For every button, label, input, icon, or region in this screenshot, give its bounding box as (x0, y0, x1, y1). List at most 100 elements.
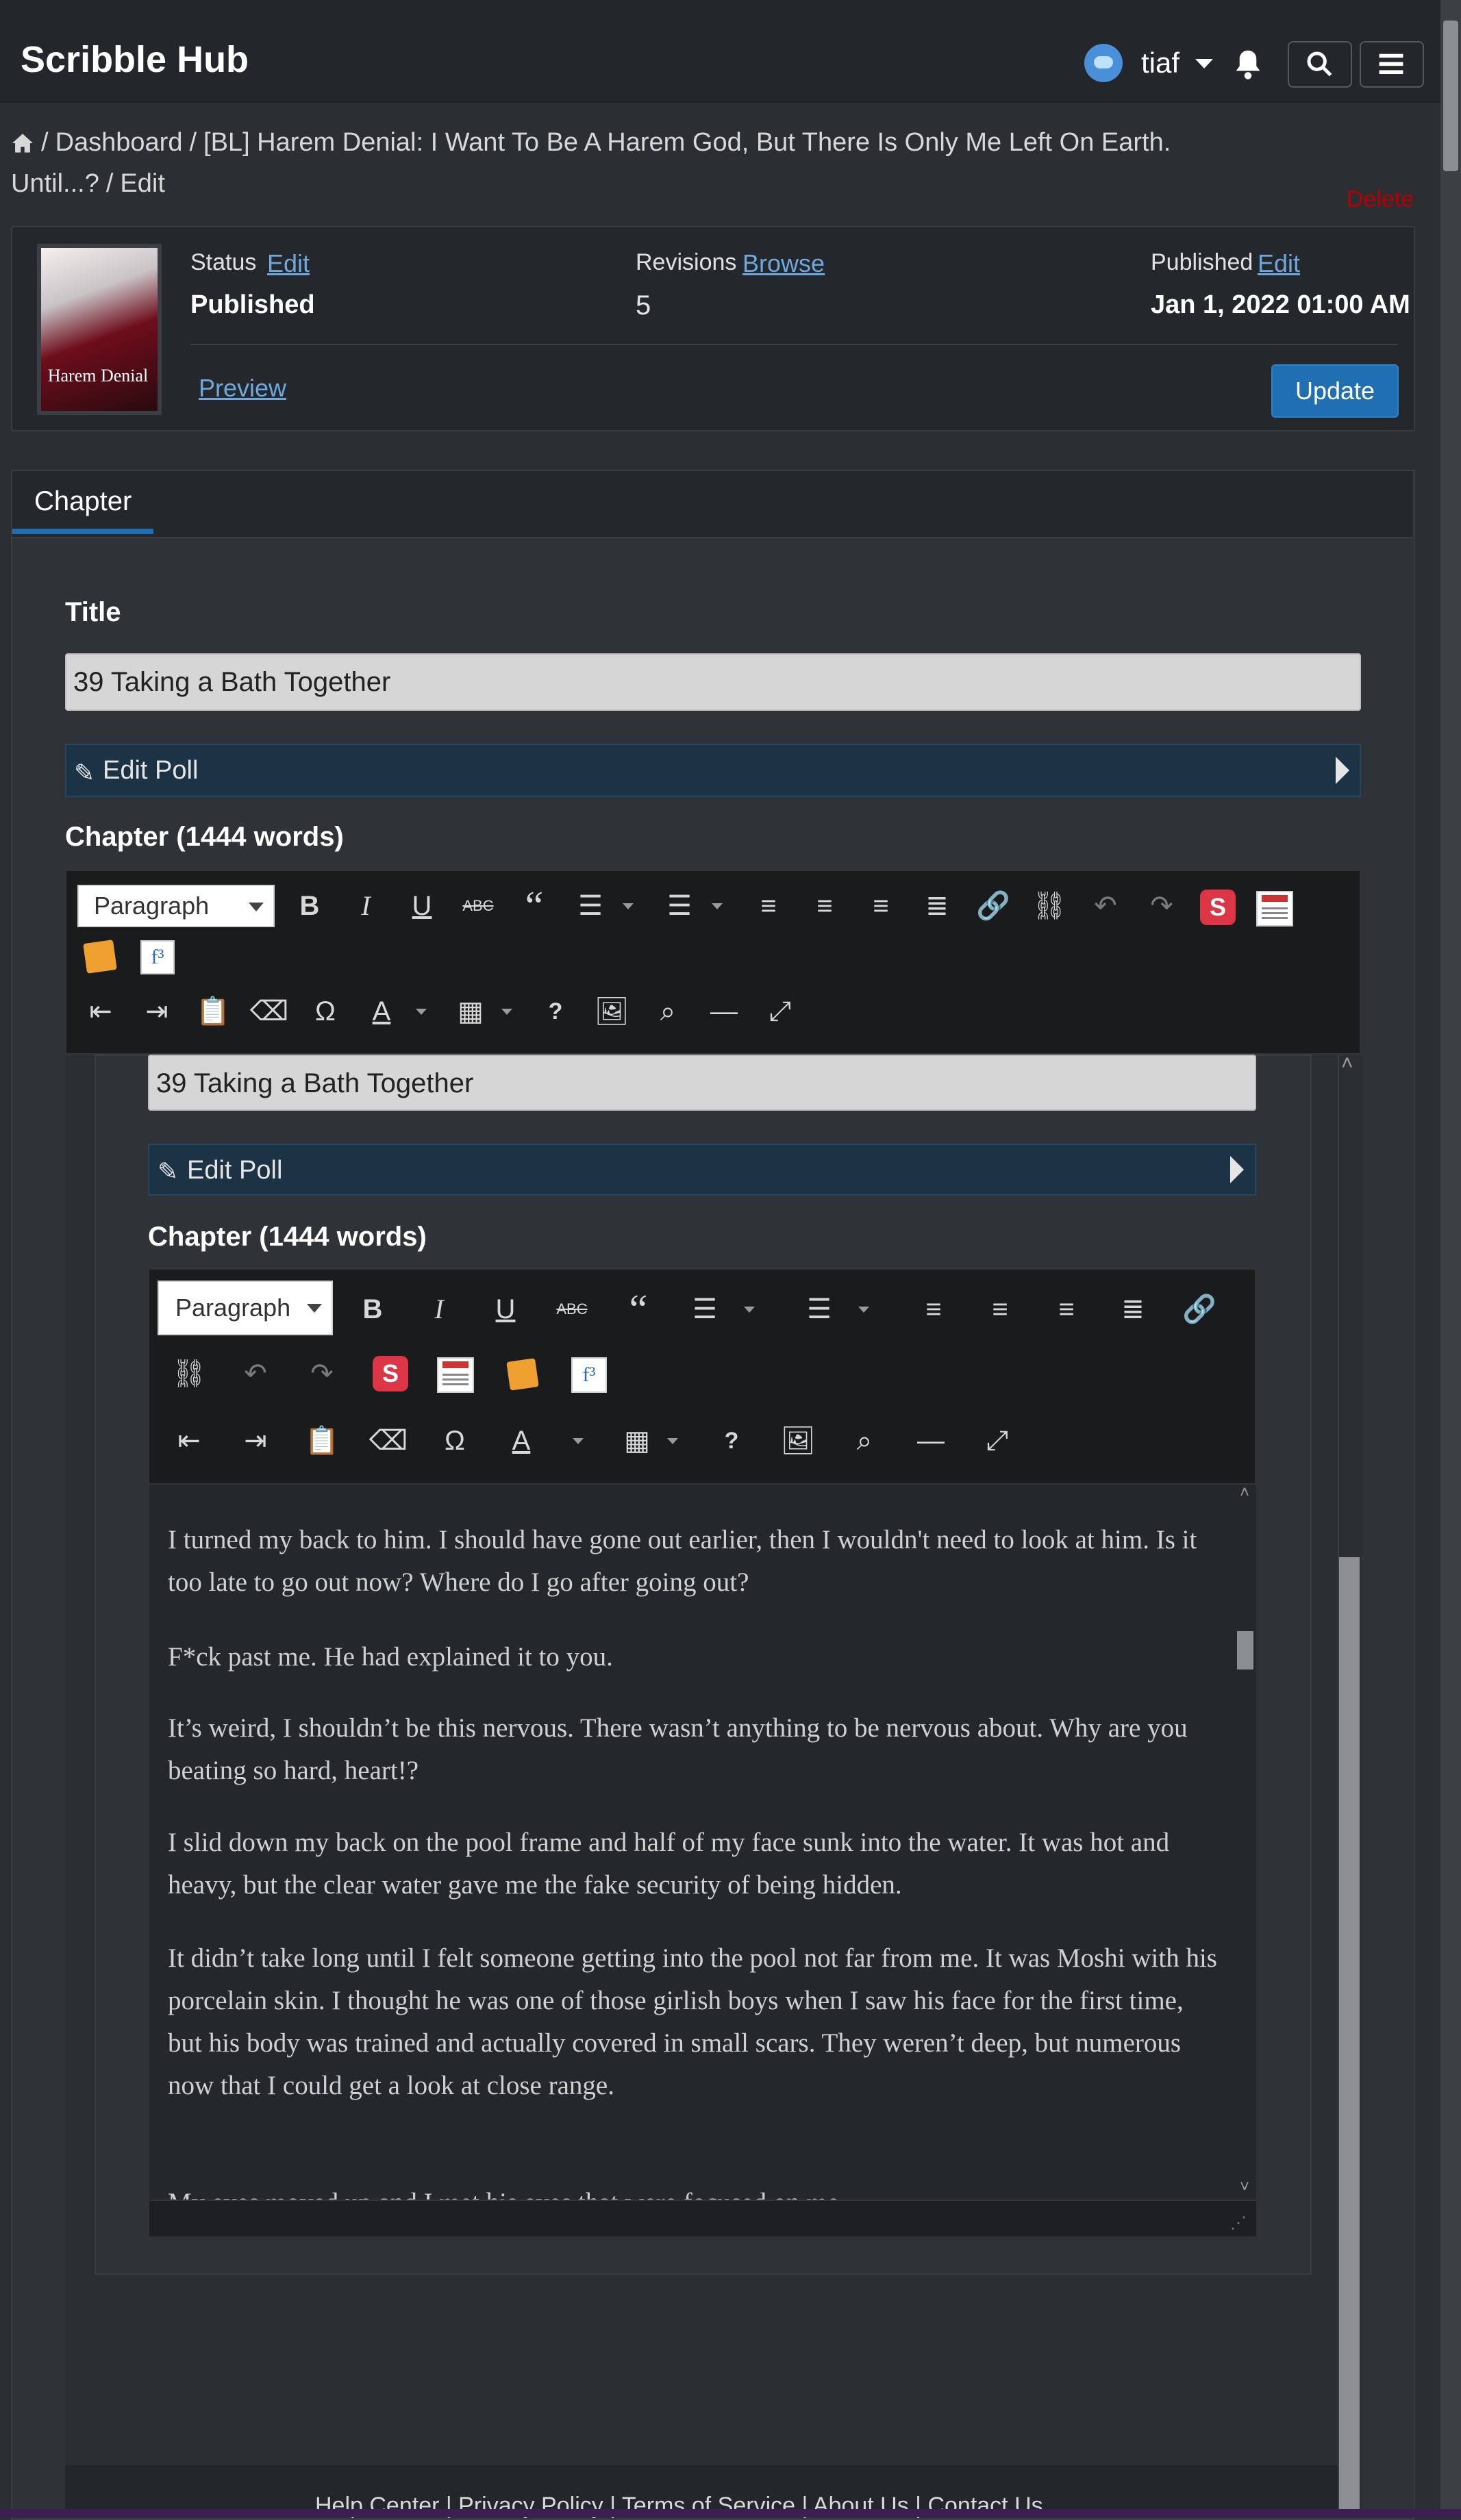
special-character-icon[interactable]: Ω (305, 991, 346, 1032)
chevron-down-icon[interactable] (416, 1009, 427, 1015)
align-center-icon[interactable]: ≡ (979, 1289, 1021, 1330)
s-plugin-icon[interactable]: S (373, 1356, 408, 1391)
align-justify-icon[interactable]: ≣ (1112, 1289, 1153, 1330)
align-left-icon[interactable]: ≡ (748, 885, 789, 927)
chevron-down-icon[interactable] (744, 1307, 755, 1313)
bullet-list-icon[interactable]: ☰ (684, 1289, 725, 1330)
breadcrumb-novel[interactable]: [BL] Harem Denial: I Want To Be A Harem … (11, 128, 1171, 198)
image-icon[interactable]: 🖼 (777, 1420, 819, 1461)
menu-button[interactable] (1360, 41, 1424, 88)
chevron-down-icon[interactable] (712, 903, 723, 909)
table-icon[interactable]: ▦ (450, 991, 491, 1032)
indent-icon[interactable]: ⇥ (136, 991, 177, 1032)
paragraph[interactable]: It didn’t take long until I felt someone… (168, 1937, 1223, 2107)
align-right-icon[interactable]: ≡ (1046, 1289, 1087, 1330)
status-edit-link[interactable]: Edit (267, 249, 310, 278)
blockquote-icon[interactable]: “ (514, 885, 555, 927)
chevron-down-icon[interactable] (1195, 59, 1213, 68)
strikethrough-icon[interactable]: ABC (458, 885, 499, 927)
footnote-icon[interactable]: f³ (571, 1357, 607, 1393)
unlink-icon[interactable]: ⛓ (1029, 885, 1070, 927)
chevron-down-icon[interactable] (501, 1009, 512, 1015)
page-scrollbar[interactable] (1440, 0, 1461, 2517)
breadcrumb-dashboard[interactable]: Dashboard (55, 128, 183, 157)
news-icon[interactable] (1256, 891, 1293, 927)
align-left-icon[interactable]: ≡ (913, 1289, 954, 1330)
undo-icon[interactable]: ↶ (1085, 885, 1126, 927)
tab-chapter[interactable]: Chapter (34, 486, 132, 517)
page-scrollbar-thumb[interactable] (1443, 21, 1458, 171)
home-icon[interactable] (11, 133, 34, 153)
eraser-icon[interactable]: ⌫ (249, 991, 290, 1032)
paste-icon[interactable]: 📋 (301, 1420, 342, 1461)
user-avatar-icon[interactable] (1084, 44, 1123, 82)
find-replace-icon[interactable]: ⌕ (844, 1420, 885, 1461)
nested-edit-poll-toggle[interactable] (148, 1144, 1256, 1196)
font-color-icon[interactable]: A (361, 991, 402, 1032)
update-button[interactable]: Update (1271, 364, 1399, 418)
caret-right-icon[interactable] (1230, 1156, 1244, 1183)
redo-icon[interactable]: ↷ (301, 1353, 342, 1394)
numbered-list-icon[interactable]: ☰ (659, 885, 700, 927)
paste-icon[interactable]: 📋 (192, 991, 234, 1032)
paragraph[interactable]: It’s weird, I shouldn’t be this nervous.… (168, 1707, 1223, 1792)
chevron-down-icon[interactable] (623, 903, 634, 909)
bold-icon[interactable]: B (289, 885, 330, 927)
edit-poll-toggle[interactable] (65, 744, 1361, 797)
paragraph[interactable]: F*ck past me. He had explained it to you… (168, 1636, 1223, 1678)
footnote-icon[interactable]: f³ (140, 940, 175, 974)
link-icon[interactable]: 🔗 (1179, 1289, 1220, 1330)
news-icon[interactable] (437, 1357, 474, 1393)
font-color-icon[interactable]: A (501, 1420, 542, 1461)
numbered-list-icon[interactable]: ☰ (799, 1289, 840, 1330)
chevron-down-icon[interactable] (307, 1304, 322, 1313)
caret-right-icon[interactable] (1336, 757, 1349, 784)
bold-icon[interactable]: B (352, 1289, 393, 1330)
scroll-up-icon[interactable]: ˄ (1240, 1483, 1249, 1502)
strikethrough-icon[interactable]: ABC (551, 1289, 592, 1330)
find-replace-icon[interactable]: ⌕ (647, 991, 688, 1032)
indent-icon[interactable]: ⇥ (235, 1420, 276, 1461)
content-scrollbar-thumb[interactable] (1237, 1631, 1253, 1670)
blockquote-icon[interactable]: “ (618, 1289, 659, 1330)
paragraph[interactable]: My eyes moved up and I met his eyes that… (168, 2182, 1223, 2200)
scroll-down-icon[interactable]: ˅ (1240, 2178, 1249, 2197)
redo-icon[interactable]: ↷ (1141, 885, 1182, 927)
nested-title-input[interactable]: 39 Taking a Bath Together (148, 1055, 1256, 1111)
chevron-down-icon[interactable] (667, 1438, 678, 1444)
title-input[interactable]: 39 Taking a Bath Together (65, 653, 1361, 711)
fullscreen-icon[interactable]: ⤢ (760, 991, 801, 1032)
sticky-note-icon[interactable] (83, 940, 117, 974)
align-right-icon[interactable]: ≡ (860, 885, 901, 927)
paragraph[interactable]: I slid down my back on the pool frame an… (168, 1822, 1223, 1906)
eraser-icon[interactable]: ⌫ (368, 1420, 409, 1461)
bullet-list-icon[interactable]: ☰ (570, 885, 611, 927)
italic-icon[interactable]: I (345, 885, 386, 927)
scroll-up-icon[interactable]: ˄ (1341, 1052, 1353, 1075)
paragraph-format-select[interactable]: Paragraph (77, 885, 275, 927)
resize-handle-icon[interactable]: ⋰ (1230, 2213, 1247, 2233)
italic-icon[interactable]: I (419, 1289, 460, 1330)
sticky-note-icon[interactable] (506, 1358, 539, 1391)
chevron-down-icon[interactable] (573, 1438, 584, 1444)
help-icon[interactable]: ? (535, 991, 576, 1032)
horizontal-rule-icon[interactable]: — (910, 1420, 951, 1461)
fullscreen-icon[interactable]: ⤢ (977, 1420, 1018, 1461)
bell-icon[interactable] (1234, 48, 1262, 79)
content-scrollbar[interactable] (1236, 1485, 1256, 2200)
username[interactable]: tiaf (1141, 47, 1179, 79)
undo-icon[interactable]: ↶ (235, 1353, 276, 1394)
chevron-down-icon[interactable] (858, 1307, 869, 1313)
outdent-icon[interactable]: ⇤ (168, 1420, 210, 1461)
underline-icon[interactable]: U (401, 885, 442, 927)
paragraph[interactable]: I turned my back to him. I should have g… (168, 1519, 1223, 1604)
search-button[interactable] (1288, 41, 1352, 88)
published-edit-link[interactable]: Edit (1258, 249, 1300, 278)
underline-icon[interactable]: U (485, 1289, 526, 1330)
align-justify-icon[interactable]: ≣ (916, 885, 958, 927)
s-plugin-icon[interactable]: S (1200, 890, 1236, 925)
editor-scrollbar-thumb[interactable] (1339, 1557, 1360, 2517)
help-icon[interactable]: ? (711, 1420, 752, 1461)
revisions-browse-link[interactable]: Browse (742, 249, 825, 278)
delete-link[interactable]: Delete (1347, 186, 1414, 213)
